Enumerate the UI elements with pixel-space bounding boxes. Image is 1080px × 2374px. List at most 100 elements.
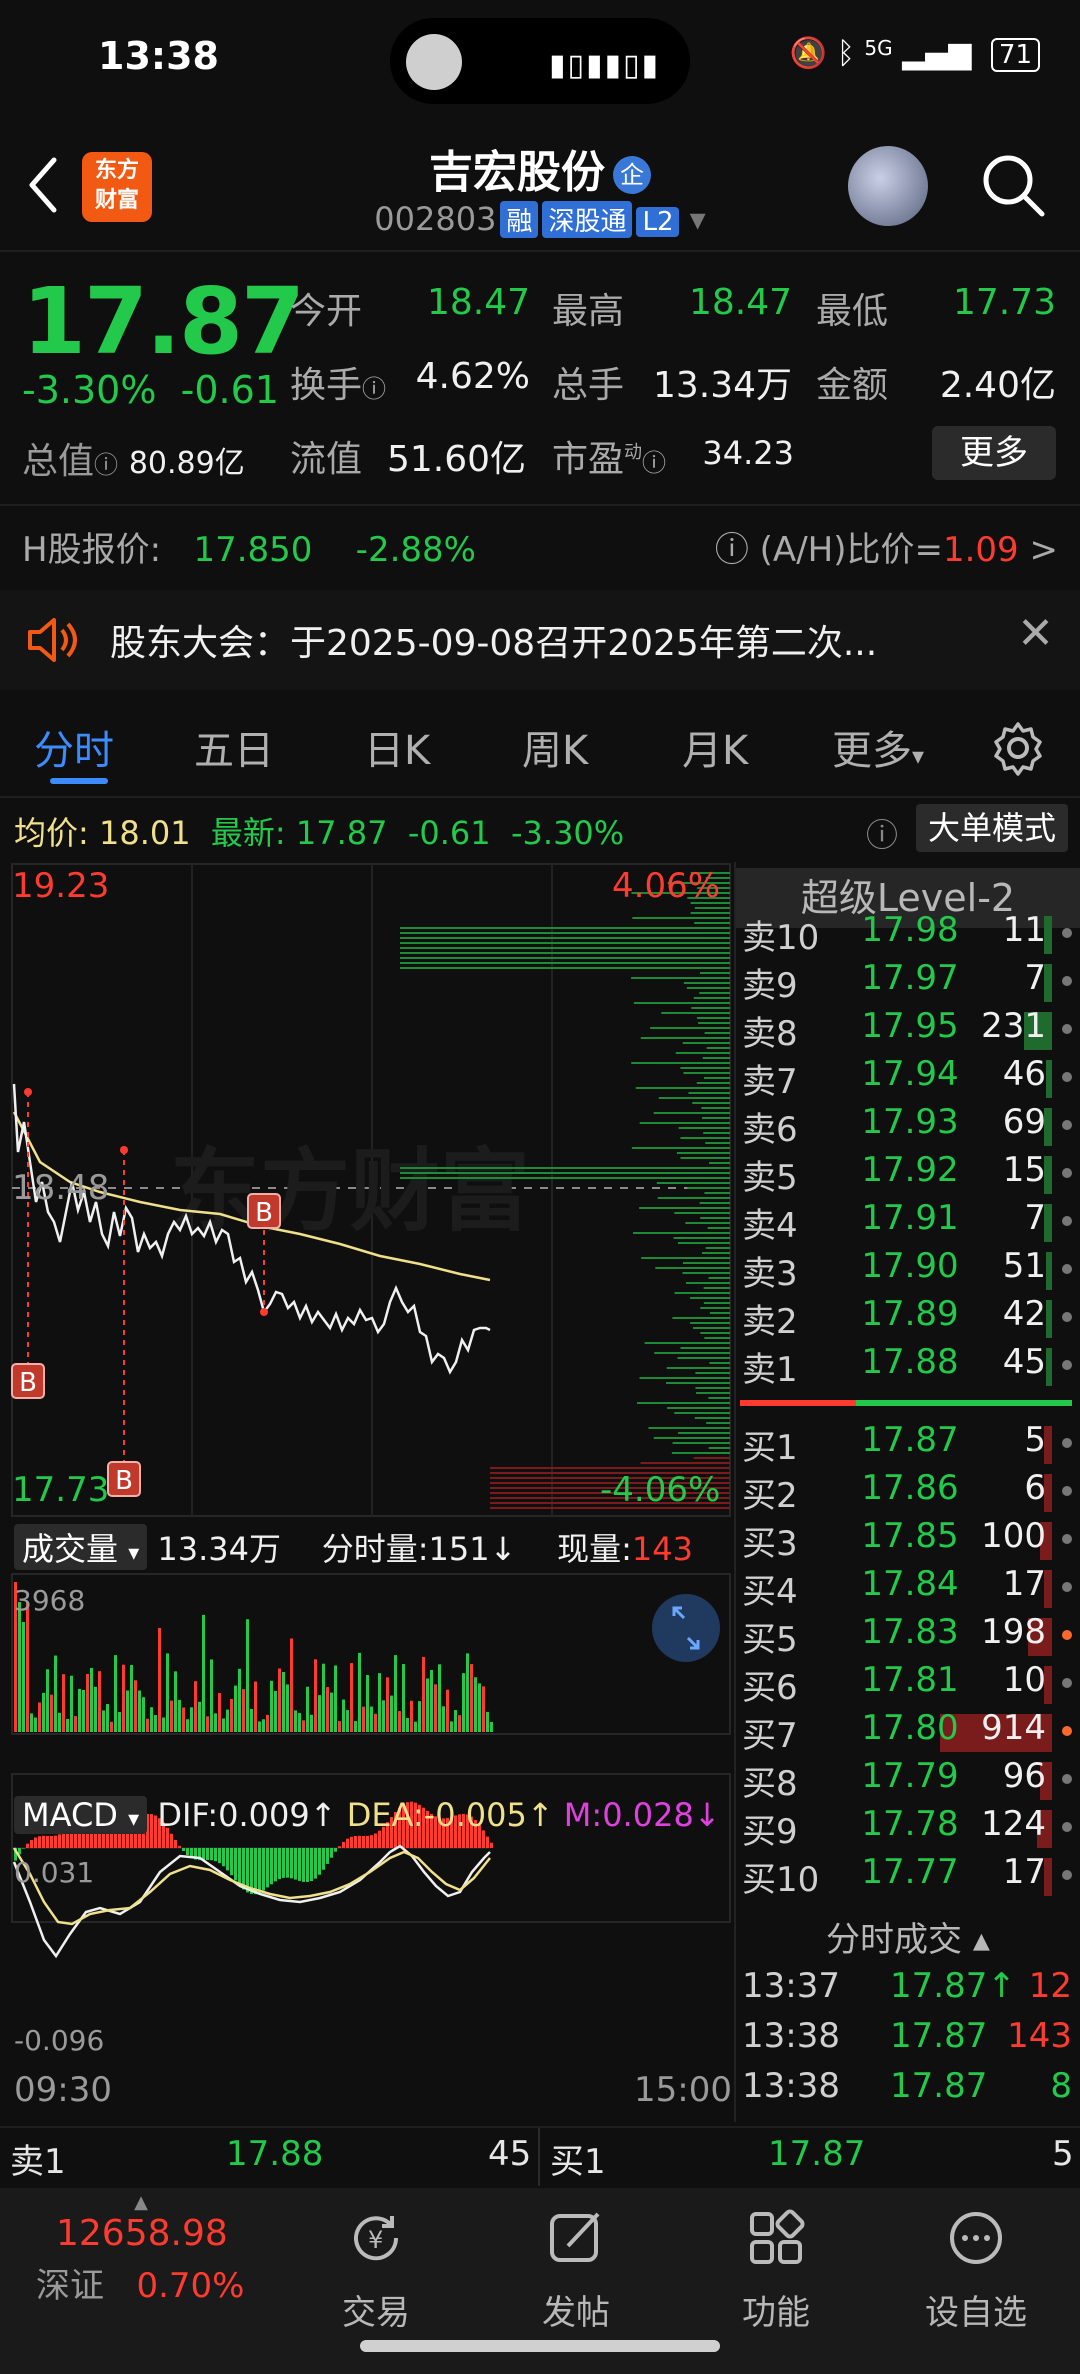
depth-bar (700, 1307, 730, 1309)
volume-bar (438, 1664, 441, 1732)
trades-title[interactable]: 分时成交 ▴ (736, 1912, 1080, 1961)
ask-row[interactable]: 卖1 17.88 45 (742, 1342, 1072, 1390)
bid-row[interactable]: 买1 17.87 5 (742, 1420, 1072, 1468)
tab-monthly-k[interactable]: 月K (682, 718, 748, 776)
status-dot-icon (1062, 1120, 1072, 1130)
volume-indicator-select[interactable]: 成交量 ▾ (14, 1524, 148, 1570)
tab-weekly-k[interactable]: 周K (522, 718, 588, 776)
volume-bar (382, 1700, 385, 1732)
close-icon[interactable]: ✕ (1017, 608, 1054, 659)
volume-bar (58, 1712, 61, 1732)
ask-row[interactable]: 卖5 17.92 15 (742, 1150, 1072, 1198)
status-dot-icon (1062, 1678, 1072, 1688)
tab-five-day[interactable]: 五日 (194, 718, 274, 776)
info-icon[interactable]: ⓘ (642, 449, 666, 477)
status-dot-icon (1062, 1438, 1072, 1448)
volume-bar (1046, 1060, 1052, 1098)
status-dot-icon (1062, 1264, 1072, 1274)
ask-row[interactable]: 卖4 17.91 7 (742, 1198, 1072, 1246)
depth-bar (693, 1457, 730, 1459)
trade-volume: 8 (1050, 2066, 1072, 2106)
depth-bar (400, 937, 730, 939)
nav-post[interactable]: 发帖 (476, 2208, 676, 2334)
quick-buy-price[interactable]: 17.87 (768, 2134, 865, 2174)
depth-bar (704, 1192, 730, 1194)
home-indicator[interactable] (360, 2340, 720, 2352)
bid-row[interactable]: 买6 17.81 10 (742, 1660, 1072, 1708)
tab-more[interactable]: 更多▾ (832, 718, 924, 776)
ask-row[interactable]: 卖6 17.93 69 (742, 1102, 1072, 1150)
ask-row[interactable]: 卖10 17.98 11 (742, 910, 1072, 958)
volume-bar (1046, 1348, 1052, 1386)
info-icon[interactable]: ⓘ (362, 375, 386, 403)
depth-bar (648, 1427, 730, 1429)
depth-bar (400, 967, 730, 969)
more-button[interactable]: 更多 (932, 426, 1056, 480)
help-icon[interactable]: ⓘ (715, 530, 749, 570)
more-dots-icon (950, 2212, 1002, 2264)
bid-row[interactable]: 买7 17.80 914 (742, 1708, 1072, 1756)
volume-bar (86, 1673, 89, 1732)
bid-row[interactable]: 买9 17.78 124 (742, 1804, 1072, 1852)
level-label: 买6 (742, 1668, 798, 1708)
ask-row[interactable]: 卖2 17.89 42 (742, 1294, 1072, 1342)
macd-bar (290, 1848, 293, 1879)
macd-bar (366, 1835, 369, 1848)
volume-bar (410, 1700, 413, 1732)
bid-row[interactable]: 买4 17.84 17 (742, 1564, 1072, 1612)
macd-bar (266, 1848, 269, 1888)
tab-daily-k[interactable]: 日K (364, 718, 430, 776)
depth-bar (673, 1237, 730, 1239)
notice-bar[interactable]: 股东大会：于2025-09-08召开2025年第二次... ✕ (0, 590, 1080, 690)
volume-bar (122, 1664, 125, 1732)
notice-text: 股东大会：于2025-09-08召开2025年第二次... (110, 623, 878, 664)
assistant-robot-icon[interactable] (848, 146, 928, 226)
ask-row[interactable]: 卖3 17.90 51 (742, 1246, 1072, 1294)
h-share-row[interactable]: H股报价: 17.850 -2.88% ⓘ (A/H)比价=1.09 > (22, 522, 1058, 571)
ask-row[interactable]: 卖7 17.94 46 (742, 1054, 1072, 1102)
nav-watchlist[interactable]: 设自选 (876, 2208, 1076, 2334)
quick-sell-vol: 45 (488, 2134, 532, 2174)
level-price: 17.98 (861, 910, 959, 950)
gear-icon[interactable] (990, 720, 1046, 776)
quick-sell-price[interactable]: 17.88 (226, 2134, 323, 2174)
dynamic-island[interactable]: ▮▯▮▮▯▮ (390, 18, 690, 104)
search-icon[interactable] (978, 150, 1048, 220)
ask-row[interactable]: 卖9 17.97 7 (742, 958, 1072, 1006)
status-dot-icon (1062, 1774, 1072, 1784)
big-order-mode-button[interactable]: 大单模式 (916, 804, 1068, 852)
bid-row[interactable]: 买10 17.77 17 (742, 1852, 1072, 1900)
mute-icon: 🔕 (789, 36, 828, 71)
expand-button[interactable] (652, 1594, 720, 1662)
depth-bar (683, 1072, 730, 1074)
bid-row[interactable]: 买3 17.85 100 (742, 1516, 1072, 1564)
ask-row[interactable]: 卖8 17.95 231 (742, 1006, 1072, 1054)
bid-row[interactable]: 买2 17.86 6 (742, 1468, 1072, 1516)
nav-trade[interactable]: ¥ 交易 (276, 2208, 476, 2334)
macd-indicator-select[interactable]: MACD ▾ (14, 1796, 148, 1834)
tab-intraday[interactable]: 分时 (34, 718, 114, 776)
volume-bar (270, 1680, 273, 1732)
latest-pct: -3.30% (510, 814, 625, 852)
bid-row[interactable]: 买5 17.83 198 (742, 1612, 1072, 1660)
level-price: 17.91 (861, 1198, 959, 1238)
macd-bar (310, 1848, 313, 1882)
depth-bar (690, 1322, 730, 1324)
index-name: 深证 (36, 2266, 104, 2306)
bid-row[interactable]: 买8 17.79 96 (742, 1756, 1072, 1804)
info-icon[interactable]: ⓘ (94, 451, 118, 479)
status-dot-icon (1062, 1168, 1072, 1178)
depth-bar (708, 1447, 730, 1449)
volume-bar (378, 1673, 381, 1732)
level-label: 买4 (742, 1572, 798, 1612)
signal-icon: ▂▄▆ (902, 36, 972, 71)
help-icon[interactable]: ⓘ (866, 810, 898, 856)
macd-bar (358, 1835, 361, 1848)
index-ticker[interactable]: ▲ 12658.98 深证 0.70% (36, 2192, 246, 2307)
caret-up-icon: ▲ (134, 2192, 148, 2213)
depth-bar (696, 1017, 730, 1019)
volume-bar (342, 1699, 345, 1732)
level-volume: 17 (1002, 1852, 1046, 1892)
price-change: -3.30% -0.61 (22, 368, 279, 412)
nav-functions[interactable]: 功能 (676, 2208, 876, 2334)
